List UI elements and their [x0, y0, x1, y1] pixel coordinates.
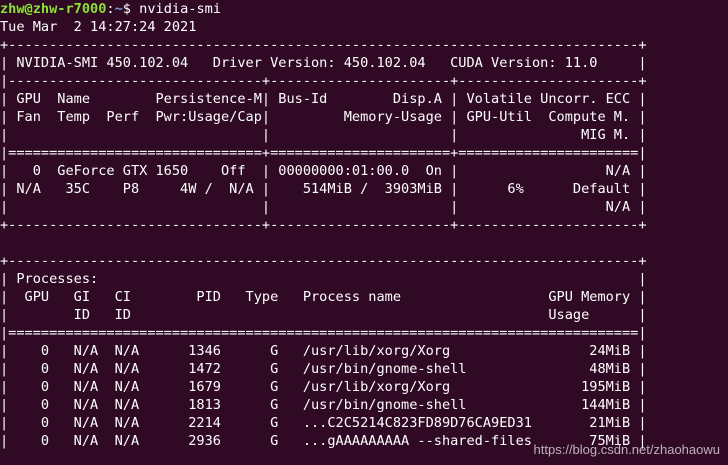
terminal-line: | NVIDIA-SMI 450.102.04 Driver Version: … — [0, 55, 647, 71]
terminal-line: | | | MIG M. | — [0, 127, 647, 143]
terminal-line: | ID ID Usage | — [0, 307, 647, 323]
terminal-line: | N/A 35C P8 4W / N/A | 514MiB / 3903MiB… — [0, 181, 647, 197]
watermark: https://blog.csdn.net/zhaohaowu — [533, 442, 720, 457]
terminal-line: |-------------------------------+-------… — [0, 73, 647, 89]
terminal-line: Tue Mar 2 14:27:24 2021 — [0, 19, 197, 35]
terminal-line: | Fan Temp Perf Pwr:Usage/Cap| Memory-Us… — [0, 109, 647, 125]
prompt-line: zhw@zhw-r7000:~$ nvidia-smi — [0, 1, 221, 17]
prompt-path: ~ — [114, 1, 123, 17]
terminal-line: | GPU Name Persistence-M| Bus-Id Disp.A … — [0, 91, 647, 107]
terminal-line: | Processes: | — [0, 271, 647, 287]
terminal-line: | 0 N/A N/A 2214 G ...C2C5214C823FD89D76… — [0, 415, 647, 431]
terminal-line: |===============================+=======… — [0, 145, 647, 161]
terminal-line: | 0 N/A N/A 1813 G /usr/bin/gnome-shell … — [0, 397, 647, 413]
terminal-line: | 0 N/A N/A 1472 G /usr/bin/gnome-shell … — [0, 361, 647, 377]
terminal-line: | GPU GI CI PID Type Process name GPU Me… — [0, 289, 647, 305]
terminal-window[interactable]: zhw@zhw-r7000:~$ nvidia-smi Tue Mar 2 14… — [0, 0, 728, 465]
prompt-user-host: zhw@zhw-r7000 — [0, 1, 107, 17]
terminal-line: | 0 N/A N/A 1346 G /usr/lib/xorg/Xorg 24… — [0, 343, 647, 359]
terminal-line: +-------------------------------+-------… — [0, 217, 647, 233]
terminal-line: | 0 GeForce GTX 1650 Off | 00000000:01:0… — [0, 163, 647, 179]
terminal-line: +---------------------------------------… — [0, 37, 647, 53]
prompt-command: nvidia-smi — [139, 1, 221, 17]
terminal-line: +---------------------------------------… — [0, 253, 647, 269]
terminal-line: |=======================================… — [0, 325, 647, 341]
prompt-symbol: $ — [122, 1, 131, 17]
terminal-line: | 0 N/A N/A 1679 G /usr/lib/xorg/Xorg 19… — [0, 379, 647, 395]
terminal-line: | | | N/A | — [0, 199, 647, 215]
